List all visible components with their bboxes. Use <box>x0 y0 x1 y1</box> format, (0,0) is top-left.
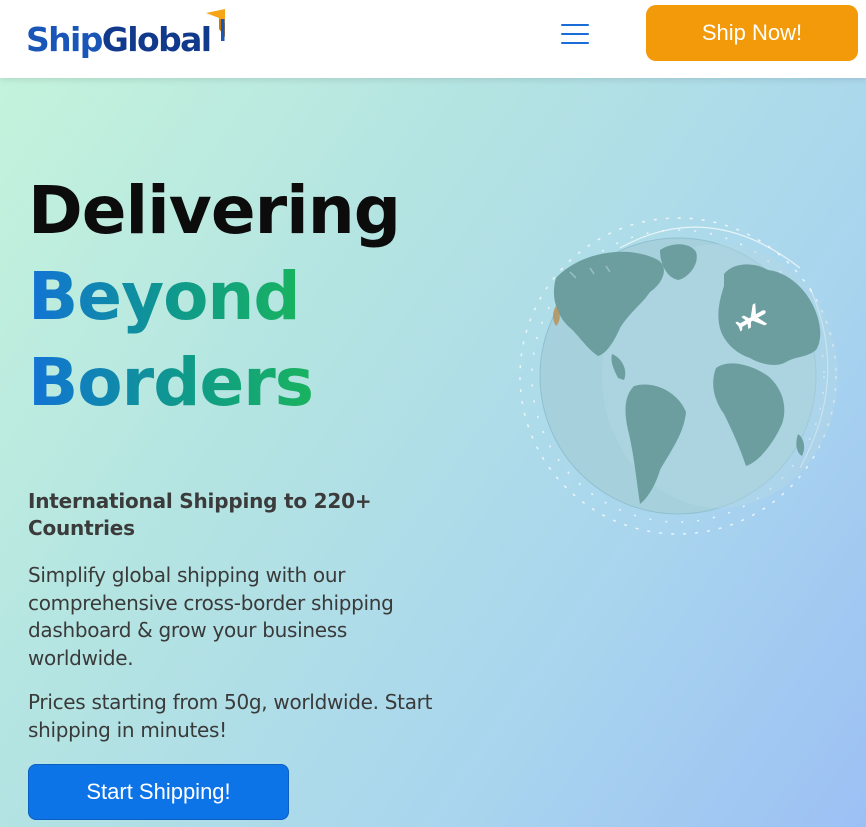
site-header: ShipGlobal Ship Now! <box>0 0 866 78</box>
hero-description: Simplify global shipping with our compre… <box>28 563 394 670</box>
hamburger-menu-icon <box>561 42 589 44</box>
hero-pricing-text: Prices starting from 50g, worldwide. Sta… <box>28 690 433 742</box>
hero-headline: Delivering Beyond Borders <box>28 168 401 426</box>
ship-now-button[interactable]: Ship Now! <box>646 5 858 61</box>
shipglobal-logo[interactable]: ShipGlobal <box>26 8 231 68</box>
logo-arrow-icon <box>206 9 225 41</box>
headline-line-beyond: Beyond <box>28 254 301 340</box>
hamburger-menu-icon <box>561 33 589 35</box>
hamburger-menu-icon <box>561 24 589 26</box>
globe-with-airplane-icon <box>519 217 838 535</box>
headline-line-borders: Borders <box>28 340 314 426</box>
start-shipping-button[interactable]: Start Shipping! <box>28 764 289 820</box>
hamburger-menu-button[interactable] <box>556 18 594 50</box>
headline-line-delivering: Delivering <box>28 172 401 249</box>
hero-subheadline: International Shipping to 220+ Countries <box>28 489 372 540</box>
logo-text-global: Global <box>101 20 212 59</box>
logo-text-ship: Ship <box>26 20 103 59</box>
hero-section: Delivering Beyond Borders International … <box>0 78 866 827</box>
logo-wordmark: ShipGlobal <box>26 20 212 60</box>
